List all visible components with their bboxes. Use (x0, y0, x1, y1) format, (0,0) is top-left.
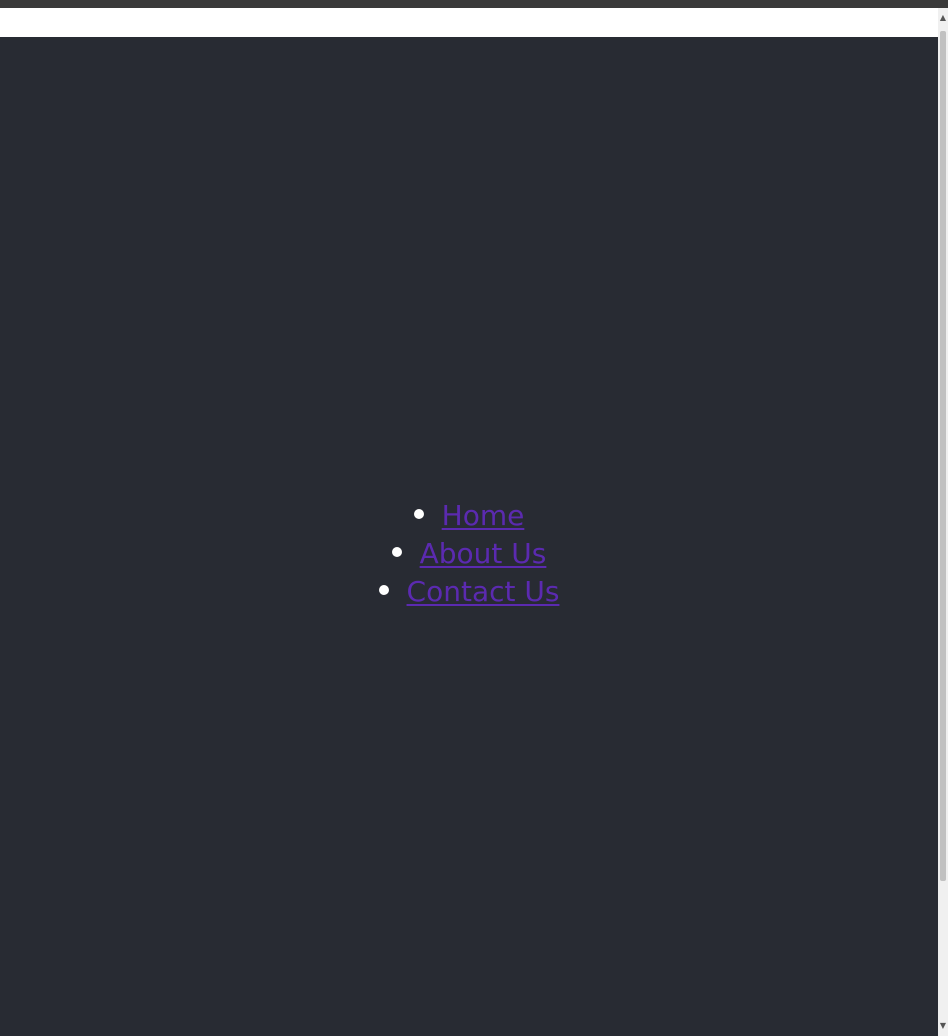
vertical-scrollbar[interactable]: ▲ ▼ (938, 8, 948, 1036)
nav-link-contact-us[interactable]: Contact Us (407, 575, 560, 608)
nav-item-home: Home (0, 497, 938, 535)
window-top-bar (0, 0, 948, 8)
bullet-icon (378, 585, 389, 595)
nav-menu: Home About Us Contact Us (0, 497, 938, 611)
chevron-up-icon[interactable]: ▲ (939, 14, 947, 22)
bullet-icon (413, 509, 424, 519)
chevron-down-icon[interactable]: ▼ (939, 1022, 947, 1030)
page-body: Home About Us Contact Us (0, 37, 938, 1036)
nav-link-home[interactable]: Home (442, 499, 525, 532)
nav-item-contact-us: Contact Us (0, 573, 938, 611)
nav-link-about-us[interactable]: About Us (420, 537, 547, 570)
scrollbar-thumb[interactable] (940, 31, 946, 881)
bullet-icon (391, 547, 402, 557)
page-header-strip (0, 8, 938, 37)
nav-item-about-us: About Us (0, 535, 938, 573)
